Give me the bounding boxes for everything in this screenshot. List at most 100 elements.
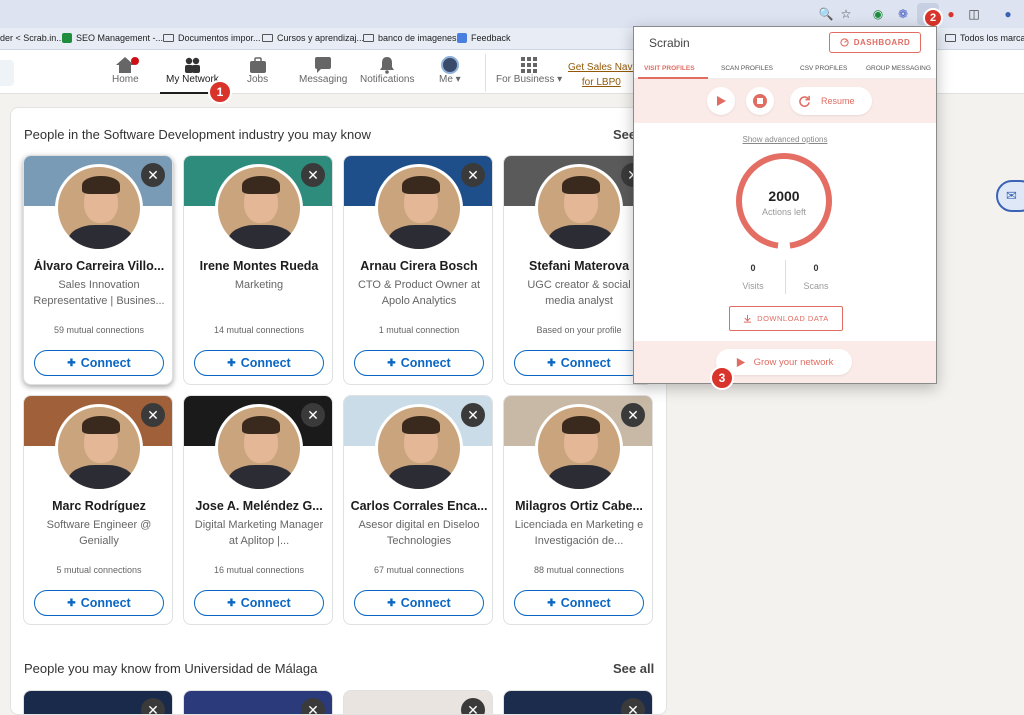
close-icon[interactable]: ✕: [141, 163, 165, 187]
extension-icon-red[interactable]: ●: [943, 6, 959, 22]
folder-icon: [262, 34, 273, 42]
connect-button[interactable]: ✚ Connect: [34, 590, 164, 616]
add-person-icon: ✚: [67, 357, 76, 369]
bookmark-folder[interactable]: Cursos y aprendizaj...: [262, 33, 364, 43]
stop-button[interactable]: [746, 87, 774, 115]
section-title: People you may know from Universidad de …: [24, 661, 318, 676]
messaging-float-button[interactable]: ✉: [996, 180, 1024, 212]
person-headline: Asesor digital en Diseloo Technologies: [358, 519, 480, 547]
person-card[interactable]: ✕Stefani MaterovaUGC creator & social me…: [503, 155, 653, 385]
person-card[interactable]: ✕ Milagros Ortiz Cabe... Licenciada en Mar…: [503, 395, 653, 625]
close-icon[interactable]: ✕: [621, 698, 645, 714]
tab-csv-profiles[interactable]: CSV PROFILES: [800, 65, 847, 72]
connect-button[interactable]: ✚ Connect: [194, 590, 324, 616]
bookmark-item[interactable]: der < Scrab.in...: [0, 33, 64, 43]
tab-group-messaging[interactable]: GROUP MESSAGING: [866, 65, 931, 72]
zoom-icon[interactable]: 🔍: [818, 6, 834, 22]
person-card[interactable]: ✕ Arnau Cirera Bosch CTO & Product Owner a…: [343, 155, 493, 385]
folder-icon: [363, 34, 374, 42]
star-icon[interactable]: ☆: [838, 6, 854, 22]
notification-dot: [131, 57, 139, 65]
download-icon: [744, 314, 752, 323]
person-name[interactable]: Marc Rodríguez: [30, 499, 168, 513]
stats-divider: [785, 260, 786, 294]
search-box-edge[interactable]: [0, 60, 14, 86]
person-card[interactable]: ✕ Álvaro Carreira Villo... Sales Innovatio…: [23, 155, 173, 385]
person-card-partial[interactable]: ✕: [503, 690, 653, 714]
gear-extension-icon[interactable]: ❁: [895, 6, 911, 22]
add-person-icon: ✚: [547, 597, 556, 609]
person-name[interactable]: Jose A. Meléndez G...: [190, 499, 328, 513]
bookmark-folder[interactable]: banco de imagenes: [363, 33, 457, 43]
visits-count: 0: [750, 263, 756, 273]
close-icon[interactable]: ✕: [301, 403, 325, 427]
person-card[interactable]: ✕ Marc Rodríguez Software Engineer @ Genia…: [23, 395, 173, 625]
profile-avatar-icon[interactable]: ●: [1000, 6, 1016, 22]
person-card[interactable]: ✕ Carlos Corrales Enca... Asesor digital e…: [343, 395, 493, 625]
connect-button[interactable]: ✚ Connect: [354, 590, 484, 616]
person-name[interactable]: Stefani Materova: [510, 259, 648, 273]
download-data-button[interactable]: DOWNLOAD DATA: [729, 306, 843, 331]
add-person-icon: ✚: [67, 597, 76, 609]
dashboard-button[interactable]: DASHBOARD: [829, 32, 921, 53]
connect-button[interactable]: ✚ Connect: [514, 350, 644, 376]
person-name[interactable]: Álvaro Carreira Villo...: [30, 259, 168, 273]
connect-button[interactable]: ✚ Connect: [354, 350, 484, 376]
person-headline: Marketing: [234, 279, 284, 291]
step-badge-1: 1: [208, 80, 232, 104]
see-all-link[interactable]: See all: [613, 661, 654, 676]
tab-visit-profiles[interactable]: VISIT PROFILES: [644, 65, 695, 72]
person-headline: Digital Marketing Manager at Aplitop |..…: [194, 519, 324, 547]
person-name[interactable]: Carlos Corrales Enca...: [350, 499, 488, 513]
avatar: [535, 404, 623, 492]
grammarly-icon[interactable]: ◉: [870, 6, 886, 22]
popup-title: Scrabin: [649, 36, 690, 50]
bookmark-folder[interactable]: Documentos impor...: [163, 33, 261, 43]
play-button[interactable]: [707, 87, 735, 115]
person-card-partial[interactable]: ✕: [23, 690, 173, 714]
close-icon[interactable]: ✕: [301, 698, 325, 714]
nav-messaging[interactable]: Messaging: [299, 56, 347, 85]
close-icon[interactable]: ✕: [141, 698, 165, 714]
connect-button[interactable]: ✚ Connect: [194, 350, 324, 376]
person-card[interactable]: ✕ Jose A. Meléndez G... Digital Marketing …: [183, 395, 333, 625]
close-icon[interactable]: ✕: [461, 698, 485, 714]
close-icon[interactable]: ✕: [141, 403, 165, 427]
avatar: [375, 164, 463, 252]
resume-button[interactable]: Resume: [790, 87, 872, 115]
person-card-partial[interactable]: ✕: [183, 690, 333, 714]
add-person-icon: ✚: [387, 597, 396, 609]
nav-notifications[interactable]: Notifications: [360, 56, 414, 85]
sales-navigator-link[interactable]: Get Sales Navi for LBP0: [568, 60, 635, 90]
tab-scan-profiles[interactable]: SCAN PROFILES: [721, 65, 773, 72]
connect-button[interactable]: ✚ Connect: [34, 350, 164, 376]
close-icon[interactable]: ✕: [461, 163, 485, 187]
bookmark-folder[interactable]: Todos los marcado: [945, 33, 1024, 43]
close-icon[interactable]: ✕: [621, 403, 645, 427]
nav-me[interactable]: Me ▾: [439, 56, 461, 85]
suggestions-panel: People in the Software Development indus…: [10, 107, 667, 715]
stop-icon: [753, 94, 767, 108]
grow-network-button[interactable]: Grow your network: [716, 349, 852, 375]
nav-jobs[interactable]: Jobs: [247, 56, 268, 85]
person-name[interactable]: Milagros Ortiz Cabe...: [510, 499, 648, 513]
person-card[interactable]: ✕ Irene Montes Rueda Marketing 14 mutual co…: [183, 155, 333, 385]
close-icon[interactable]: ✕: [301, 163, 325, 187]
person-headline: Licenciada en Marketing e Investigación …: [514, 519, 644, 547]
person-name[interactable]: Irene Montes Rueda: [190, 259, 328, 273]
person-card-partial[interactable]: ✕: [343, 690, 493, 714]
avatar: [215, 164, 303, 252]
nav-for-business[interactable]: For Business ▾: [496, 56, 562, 85]
person-name[interactable]: Arnau Cirera Bosch: [350, 259, 488, 273]
bookmark-item[interactable]: SEO Management -...: [62, 33, 163, 43]
connect-button[interactable]: ✚ Connect: [514, 590, 644, 616]
nav-my-network[interactable]: My Network: [166, 56, 219, 85]
sheets-icon: [62, 33, 72, 43]
folder-icon: [163, 34, 174, 42]
play-icon: [717, 96, 726, 106]
puzzle-icon[interactable]: ◫: [966, 6, 982, 22]
bookmark-item[interactable]: Feedback: [457, 33, 511, 43]
advanced-options-link[interactable]: Show advanced options: [634, 135, 936, 144]
close-icon[interactable]: ✕: [461, 403, 485, 427]
briefcase-icon: [248, 56, 268, 74]
